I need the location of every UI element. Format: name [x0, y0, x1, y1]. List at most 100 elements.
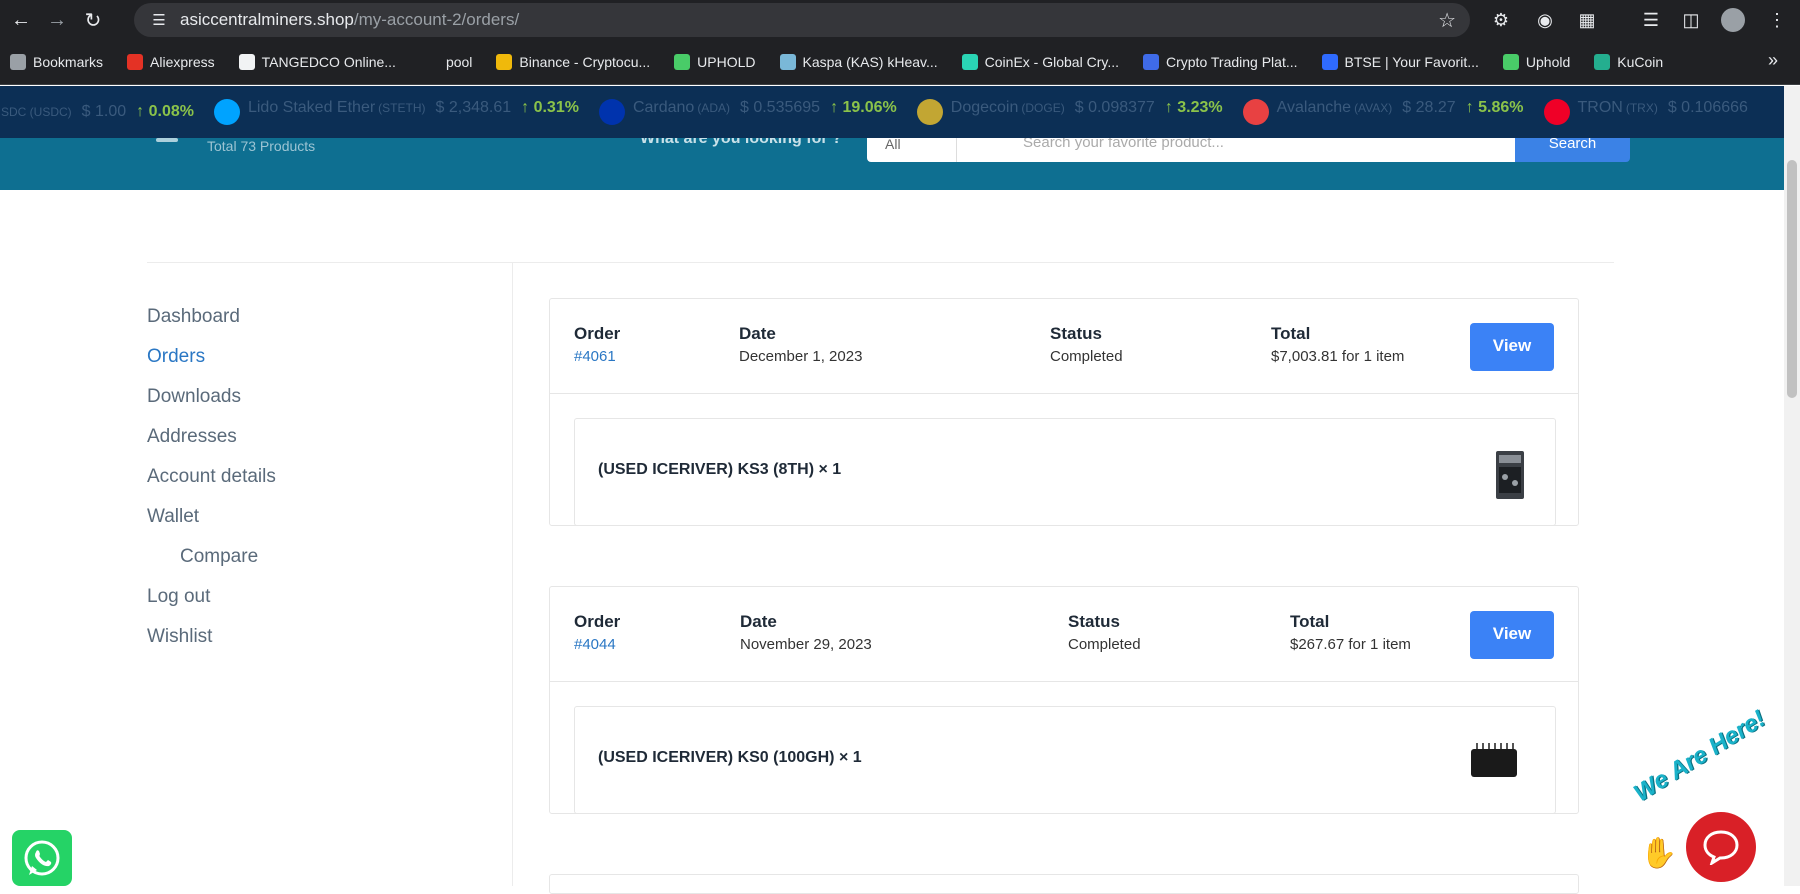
- order-total-column: Total $7,003.81 for 1 item: [1271, 324, 1404, 365]
- sidenav-item-account-details[interactable]: Account details: [147, 464, 276, 504]
- bookmark-item[interactable]: Crypto Trading Plat...: [1143, 54, 1298, 70]
- bookmark-star-icon[interactable]: ☆: [1438, 8, 1456, 33]
- side-panel-icon[interactable]: ◫: [1678, 7, 1704, 33]
- coin-price: $ 2,348.61: [435, 99, 512, 116]
- order-status-column: Status Completed: [1068, 612, 1141, 653]
- whatsapp-chat-button[interactable]: [12, 830, 72, 886]
- extensions-puzzle-icon[interactable]: ▦: [1574, 7, 1600, 33]
- sidenav-item-orders[interactable]: Orders: [147, 344, 276, 384]
- ticker-item[interactable]: Avalanche (AVAX) $ 28.27 ↑ 5.86%: [1242, 99, 1524, 125]
- view-order-button[interactable]: View: [1470, 611, 1554, 659]
- browser-toolbar: ← → ↻ ☰ asiccentralminers.shop/my-accoun…: [0, 0, 1800, 40]
- sidenav-item-wallet[interactable]: Wallet: [147, 504, 276, 544]
- forward-icon[interactable]: →: [42, 5, 72, 35]
- order-number-link[interactable]: #4044: [574, 636, 620, 653]
- ticker-item[interactable]: TRON (TRX) $ 0.106666: [1543, 99, 1758, 125]
- bookmark-label: Kaspa (KAS) kHeav...: [802, 54, 938, 70]
- sidenav-item-compare[interactable]: Compare: [147, 544, 276, 584]
- crypto-ticker: SDC (USDC) $ 1.00 ↑ 0.08% Lido Staked Ether…: [0, 86, 1784, 138]
- url-text[interactable]: asiccentralminers.shop/my-account-2/orde…: [180, 10, 519, 30]
- site-info-icon[interactable]: ☰: [142, 3, 176, 37]
- sidenav-item-dashboard[interactable]: Dashboard: [147, 304, 276, 344]
- coin-name: Lido Staked Ether: [247, 99, 376, 116]
- chat-open-button[interactable]: [1686, 812, 1756, 882]
- star-icon: [10, 54, 26, 70]
- bookmark-label: Crypto Trading Plat...: [1166, 54, 1298, 70]
- item-name[interactable]: (USED ICERIVER) KS0 (100GH) × 1: [598, 749, 862, 767]
- bookmark-label: KuCoin: [1617, 54, 1664, 70]
- bookmark-label: pool: [445, 54, 473, 70]
- order-number-link[interactable]: #4061: [574, 348, 620, 365]
- address-bar[interactable]: ☰ asiccentralminers.shop/my-account-2/or…: [134, 3, 1470, 37]
- order-date: December 1, 2023: [739, 348, 863, 365]
- coin-name: Cardano: [632, 99, 695, 116]
- bookmark-item[interactable]: Binance - Cryptocu...: [496, 54, 650, 70]
- product-thumbnail[interactable]: [1493, 449, 1527, 501]
- ticker-item[interactable]: Dogecoin (DOGE) $ 0.098377 ↑ 3.23%: [916, 99, 1223, 125]
- coin-name: TRON: [1577, 99, 1623, 116]
- aliexpress-icon: [127, 54, 144, 70]
- view-order-button[interactable]: View: [1470, 323, 1554, 371]
- ticker-item[interactable]: Cardano (ADA) $ 0.535695 ↑ 19.06%: [598, 99, 897, 125]
- browser-menu-icon[interactable]: ⋮: [1764, 7, 1790, 33]
- bookmark-label: BTSE | Your Favorit...: [1344, 54, 1479, 70]
- coinex-icon: [961, 54, 978, 70]
- scrollbar-thumb[interactable]: [1787, 160, 1797, 398]
- chat-bubble-icon: [1703, 830, 1739, 865]
- order-card: Order #4061 Date December 1, 2023 Status…: [549, 298, 1579, 526]
- waving-hand-icon: ✋: [1640, 837, 1678, 870]
- page-scrollbar[interactable]: [1784, 86, 1800, 886]
- coin-logo-icon: [598, 99, 625, 125]
- item-name[interactable]: (USED ICERIVER) KS3 (8TH) × 1: [598, 461, 841, 479]
- coin-change: ↑ 0.08%: [136, 103, 194, 120]
- back-icon[interactable]: ←: [6, 5, 36, 35]
- site-header: Total 73 Products What are you looking f…: [0, 130, 1784, 190]
- sidenav-item-log-out[interactable]: Log out: [147, 584, 276, 624]
- bookmark-item[interactable]: Kaspa (KAS) kHeav...: [779, 54, 938, 70]
- url-path: /my-account-2/orders/: [353, 10, 520, 29]
- coin-name: Avalanche: [1276, 99, 1352, 116]
- sidenav-item-wishlist[interactable]: Wishlist: [147, 624, 276, 664]
- bookmark-item[interactable]: Bookmarks: [10, 54, 103, 70]
- coin-symbol: (ADA): [697, 101, 730, 115]
- order-item: (USED ICERIVER) KS3 (8TH) × 1: [574, 418, 1556, 526]
- order-total: $7,003.81 for 1 item: [1271, 348, 1405, 365]
- ticker-item[interactable]: Lido Staked Ether (STETH) $ 2,348.61 ↑ 0.31…: [213, 99, 579, 125]
- media-icon[interactable]: ☰: [1638, 7, 1664, 33]
- order-date: November 29, 2023: [740, 636, 872, 653]
- extension-icon[interactable]: ◉: [1532, 7, 1558, 33]
- sidenav-item-addresses[interactable]: Addresses: [147, 424, 276, 464]
- ticker-item[interactable]: SDC (USDC) $ 1.00 ↑ 0.08%: [0, 103, 194, 121]
- menu-icon[interactable]: [156, 138, 178, 142]
- bookmark-item[interactable]: UPHOLD: [674, 54, 756, 70]
- bookmark-item[interactable]: KuCoin: [1594, 54, 1663, 70]
- coin-symbol: (DOGE): [1021, 101, 1065, 115]
- status-label: Status: [1068, 612, 1120, 631]
- extension-icon[interactable]: ⚙: [1488, 7, 1514, 33]
- coin-price: $ 0.098377: [1074, 99, 1155, 116]
- bookmark-item[interactable]: TANGEDCO Online...: [238, 54, 396, 70]
- bookmark-item[interactable]: Uphold: [1502, 54, 1570, 70]
- coin-price: $ 0.106666: [1667, 99, 1748, 116]
- bookmarks-bar: Bookmarks Aliexpress TANGEDCO Online... poo…: [0, 40, 1800, 85]
- total-products: Total 73 Products: [207, 138, 316, 154]
- profile-avatar[interactable]: [1720, 7, 1746, 33]
- sidenav-item-downloads[interactable]: Downloads: [147, 384, 276, 424]
- bookmark-item[interactable]: pool: [446, 54, 472, 70]
- coin-change: ↑ 0.31%: [521, 99, 579, 116]
- bookmark-item[interactable]: Aliexpress: [127, 54, 215, 70]
- reload-icon[interactable]: ↻: [78, 5, 108, 35]
- bookmark-item[interactable]: BTSE | Your Favorit...: [1321, 54, 1479, 70]
- bookmark-label: Aliexpress: [150, 54, 215, 70]
- coin-change: ↑ 19.06%: [830, 99, 897, 116]
- coin-symbol: (STETH): [378, 101, 426, 115]
- coin-symbol: (TRX): [1625, 101, 1658, 115]
- binance-icon: [496, 54, 513, 70]
- bookmark-item[interactable]: CoinEx - Global Cry...: [961, 54, 1119, 70]
- more-bookmarks-icon[interactable]: »: [1768, 50, 1778, 71]
- order-number-column: Order #4044: [574, 612, 620, 653]
- tangedco-icon: [238, 54, 255, 70]
- coin-logo-icon: [213, 99, 240, 125]
- order-item: (USED ICERIVER) KS0 (100GH) × 1: [574, 706, 1556, 814]
- product-thumbnail[interactable]: [1469, 741, 1519, 781]
